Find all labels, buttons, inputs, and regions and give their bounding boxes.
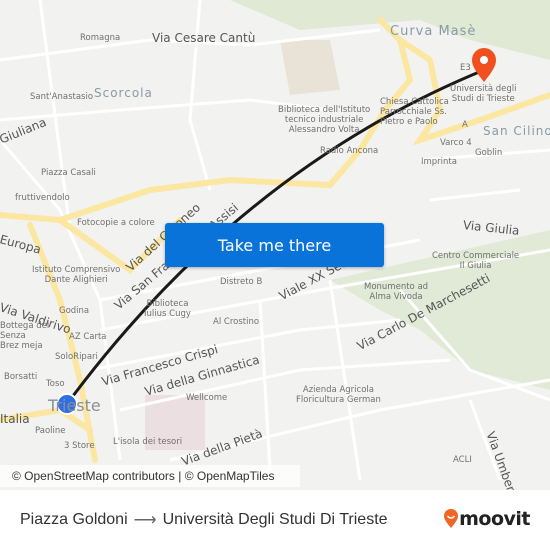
poi-label: Biblioteca dell'Istituto tecnico industr… bbox=[278, 105, 371, 135]
moovit-pin-icon bbox=[444, 509, 459, 528]
poi-label: Piazza Casali bbox=[41, 168, 96, 178]
poi-label: Wellcome bbox=[186, 393, 228, 403]
map[interactable]: Curva Masè Scorcola San Cilino Via Cesar… bbox=[0, 0, 550, 490]
poi-label: 3 Store bbox=[64, 441, 95, 451]
footer: Piazza Goldoni ⟶ Università Degli Studi … bbox=[0, 490, 550, 550]
destination-name: Università Degli Studi Di Trieste bbox=[162, 511, 388, 528]
poi-label: Istituto Comprensivo Dante Alighieri bbox=[32, 265, 121, 285]
moovit-wordmark: moovit bbox=[459, 508, 530, 530]
poi-label: Azienda Agricola Floricultura German bbox=[296, 385, 381, 405]
district-label: Curva Masè bbox=[390, 24, 477, 39]
poi-label: Borsatti bbox=[4, 372, 38, 382]
poi-label: Biblioteca Iulius Cugy bbox=[144, 299, 191, 319]
poi-label: Distreto B bbox=[220, 277, 263, 287]
poi-label: SoloRipari bbox=[55, 352, 98, 362]
poi-label: Chiesa Cattolica Parrocchiale Ss. Pietro… bbox=[380, 97, 449, 127]
take-me-there-button[interactable]: Take me there bbox=[165, 223, 384, 267]
poi-label: Bottega del Senza Brez meja bbox=[0, 321, 50, 351]
campus-area bbox=[280, 40, 340, 95]
poi-label: E3 bbox=[460, 63, 471, 73]
city-label: Trieste bbox=[48, 396, 101, 415]
map-attribution[interactable]: © OpenStreetMap contributors | © OpenMap… bbox=[0, 465, 300, 487]
poi-label: Fotocopie a colore bbox=[77, 218, 155, 228]
poi-label: Radio Ancona bbox=[320, 146, 379, 156]
poi-label: Monumento ad Alma Vivoda bbox=[364, 282, 429, 302]
moovit-logo[interactable]: moovit bbox=[443, 508, 530, 530]
poi-label: Al Crostino bbox=[213, 317, 260, 327]
poi-label: Varco 4 bbox=[440, 138, 472, 148]
poi-label: Sant'Anastasio bbox=[30, 92, 94, 102]
poi-label: fruttivendolo bbox=[15, 193, 70, 203]
poi-label: Goblin bbox=[475, 148, 503, 158]
poi-label: ACLI bbox=[453, 455, 472, 465]
destination-pin-icon[interactable] bbox=[472, 48, 496, 82]
poi-label: Toso bbox=[46, 379, 65, 389]
district-label: San Cilino bbox=[483, 124, 550, 138]
poi-label: Centro Commerciale Il Giulia bbox=[432, 251, 520, 271]
poi-label: A bbox=[462, 120, 468, 130]
poi-label: Romagna bbox=[80, 33, 121, 43]
district-label: Scorcola bbox=[94, 86, 153, 100]
origin-name: Piazza Goldoni bbox=[20, 511, 128, 528]
route-summary: Piazza Goldoni ⟶ Università Degli Studi … bbox=[20, 490, 388, 550]
street-label: Via Cesare Cantù bbox=[152, 31, 256, 45]
poi-label: Paoline bbox=[35, 426, 66, 436]
poi-label: AZ Carta bbox=[69, 332, 107, 342]
arrow-right-icon: ⟶ bbox=[133, 512, 157, 529]
poi-label: L'isola dei tesori bbox=[113, 437, 183, 447]
poi-label: Imprinta bbox=[421, 157, 457, 167]
poi-label: Godina bbox=[59, 306, 90, 316]
poi-label: Università degli Studi di Trieste bbox=[450, 84, 517, 104]
street-label: Italia bbox=[0, 412, 30, 426]
